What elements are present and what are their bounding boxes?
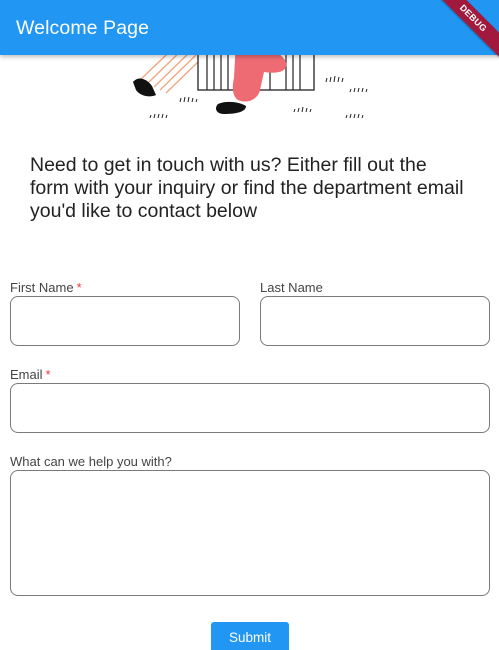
first-name-field[interactable] — [10, 296, 240, 346]
last-name-input[interactable] — [261, 297, 489, 345]
email-field[interactable] — [10, 383, 490, 433]
submit-button[interactable]: Submit — [211, 622, 289, 650]
required-asterisk: * — [45, 367, 51, 382]
message-textarea[interactable] — [11, 471, 489, 595]
first-name-input[interactable] — [11, 297, 239, 345]
debug-banner: DEBUG — [429, 0, 499, 70]
last-name-label-text: Last Name — [260, 280, 323, 295]
app-bar: Welcome Page — [0, 0, 499, 55]
last-name-field[interactable] — [260, 296, 490, 346]
first-name-label-text: First Name — [10, 280, 74, 295]
email-input[interactable] — [11, 384, 489, 432]
first-name-label: First Name * — [10, 280, 82, 295]
message-label: What can we help you with? — [10, 454, 172, 469]
email-label: Email * — [10, 367, 51, 382]
required-asterisk: * — [76, 280, 82, 295]
message-label-text: What can we help you with? — [10, 454, 172, 469]
message-field[interactable] — [10, 470, 490, 596]
last-name-label: Last Name — [260, 280, 323, 295]
debug-banner-label: DEBUG — [431, 0, 499, 60]
app-bar-title: Welcome Page — [16, 17, 150, 39]
email-label-text: Email — [10, 367, 43, 382]
intro-text: Need to get in touch with us? Either fil… — [30, 154, 464, 222]
